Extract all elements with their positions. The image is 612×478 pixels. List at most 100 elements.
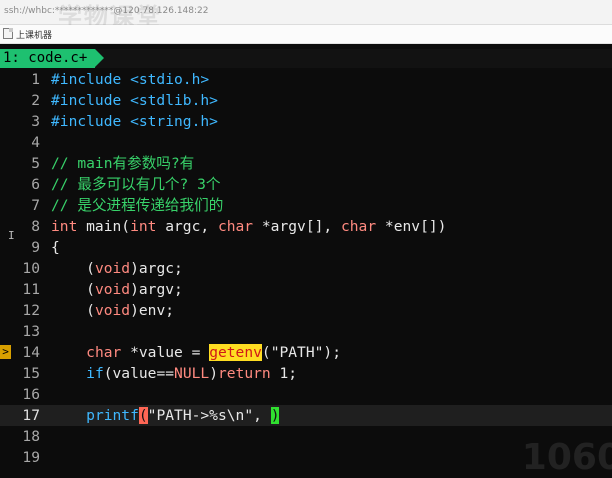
session-tab-label[interactable]: 上课机器 bbox=[16, 28, 52, 41]
session-toolbar: 上课机器 bbox=[0, 25, 612, 44]
sign-column bbox=[0, 321, 14, 342]
code-token: #include bbox=[51, 71, 131, 88]
vim-tab-code-c[interactable]: 1: code.c+ bbox=[0, 49, 105, 68]
code-line[interactable]: 16 bbox=[0, 384, 612, 405]
code-token: <stdlib.h> bbox=[130, 92, 218, 109]
line-number: 18 bbox=[22, 428, 40, 445]
code-token: // main有参数吗?有 bbox=[51, 155, 195, 172]
code-line[interactable]: 6 // 最多可以有几个? 3个 bbox=[0, 174, 612, 195]
code-line[interactable]: 5 // main有参数吗?有 bbox=[0, 153, 612, 174]
code-token: (value== bbox=[103, 365, 175, 382]
code-token: ; bbox=[288, 365, 298, 382]
line-number: 19 bbox=[22, 449, 40, 466]
line-number: 1 bbox=[31, 71, 40, 88]
code-token: ( bbox=[51, 302, 95, 319]
code-line[interactable]: 15 if(value==NULL)return 1; bbox=[0, 363, 612, 384]
code-token: )argv; bbox=[130, 281, 183, 298]
line-number: 17 bbox=[22, 407, 40, 424]
code-line[interactable]: 18 bbox=[0, 426, 612, 447]
code-text: printf("PATH->%s\n", ) bbox=[51, 405, 280, 426]
code-token: int bbox=[130, 218, 157, 235]
code-token: // 是父进程传递给我们的 bbox=[51, 197, 224, 214]
code-token: ) bbox=[270, 407, 280, 424]
code-line[interactable]: 10 (void)argc; bbox=[0, 258, 612, 279]
code-line[interactable]: 12 (void)env; bbox=[0, 300, 612, 321]
line-number: 4 bbox=[31, 134, 40, 151]
code-token: return bbox=[217, 365, 271, 382]
breakpoint-sign-icon[interactable]: > bbox=[0, 345, 11, 359]
code-line[interactable]: 8 int main(int argc, char *argv[], char *… bbox=[0, 216, 612, 237]
code-token: ( bbox=[261, 344, 271, 361]
code-token: <string.h> bbox=[130, 113, 218, 130]
code-text: #include <stdio.h> bbox=[51, 69, 209, 90]
code-line[interactable]: 1 #include <stdio.h> bbox=[0, 69, 612, 90]
sign-column bbox=[0, 111, 14, 132]
code-token: NULL bbox=[174, 365, 210, 382]
sign-column bbox=[0, 195, 14, 216]
code-line[interactable]: >14 char *value = getenv("PATH"); bbox=[0, 342, 612, 363]
code-line[interactable]: 4 bbox=[0, 132, 612, 153]
code-text: if(value==NULL)return 1; bbox=[51, 363, 297, 384]
line-number: 14 bbox=[22, 344, 40, 361]
sign-column bbox=[0, 258, 14, 279]
line-number: 16 bbox=[22, 386, 40, 403]
code-token: #include bbox=[51, 113, 131, 130]
sign-column bbox=[0, 426, 14, 447]
mouse-text-cursor-icon: I bbox=[8, 229, 15, 242]
sign-column bbox=[0, 153, 14, 174]
sign-column bbox=[0, 90, 14, 111]
line-number: 2 bbox=[31, 92, 40, 109]
line-number: 12 bbox=[22, 302, 40, 319]
code-token: , bbox=[253, 407, 271, 424]
line-number: 6 bbox=[31, 176, 40, 193]
code-line[interactable]: 2 #include <stdlib.h> bbox=[0, 90, 612, 111]
code-line[interactable]: 7 // 是父进程传递给我们的 bbox=[0, 195, 612, 216]
code-token: printf bbox=[86, 407, 139, 424]
code-token: char bbox=[217, 218, 254, 235]
sign-column bbox=[0, 279, 14, 300]
code-token: "PATH" bbox=[270, 344, 324, 361]
sign-column bbox=[0, 300, 14, 321]
code-token: *env[]) bbox=[376, 218, 447, 235]
sign-column: > bbox=[0, 342, 14, 363]
code-text: #include <string.h> bbox=[51, 111, 218, 132]
code-token: 1 bbox=[279, 365, 289, 382]
code-text: #include <stdlib.h> bbox=[51, 90, 218, 111]
code-line[interactable]: 13 bbox=[0, 321, 612, 342]
code-token: if bbox=[86, 365, 104, 382]
watermark-number: 1060 bbox=[521, 437, 612, 478]
code-text: (void)env; bbox=[51, 300, 174, 321]
line-number: 7 bbox=[31, 197, 40, 214]
line-number: 11 bbox=[22, 281, 40, 298]
code-token: ); bbox=[323, 344, 341, 361]
code-line[interactable]: 19 bbox=[0, 447, 612, 468]
code-token: #include bbox=[51, 92, 131, 109]
code-token: ( bbox=[51, 260, 95, 277]
code-token: "PATH->%s\n" bbox=[147, 407, 254, 424]
code-text: // 是父进程传递给我们的 bbox=[51, 195, 223, 216]
code-editor[interactable]: 1 #include <stdio.h> 2 #include <stdlib.h> 3… bbox=[0, 68, 612, 466]
line-number: 9 bbox=[31, 239, 40, 256]
window-titlebar: ssh://whbc:*************@120.78.126.148:… bbox=[0, 0, 612, 31]
code-token: *argv[], bbox=[253, 218, 341, 235]
code-token: void bbox=[94, 302, 131, 319]
code-token: { bbox=[51, 239, 60, 256]
code-line[interactable]: 3 #include <string.h> bbox=[0, 111, 612, 132]
sign-column bbox=[0, 132, 14, 153]
code-line[interactable]: 9{ bbox=[0, 237, 612, 258]
code-text: // 最多可以有几个? 3个 bbox=[51, 174, 220, 195]
code-line[interactable]: 11 (void)argv; bbox=[0, 279, 612, 300]
code-token: char bbox=[86, 344, 122, 361]
sign-column bbox=[0, 405, 14, 426]
code-token: )env; bbox=[130, 302, 175, 319]
code-token: )argc; bbox=[130, 260, 183, 277]
code-line[interactable]: 17 printf("PATH->%s\n", ) bbox=[0, 405, 612, 426]
code-token: ( bbox=[51, 281, 95, 298]
sign-column bbox=[0, 447, 14, 468]
code-token: ( bbox=[138, 407, 148, 424]
code-text: char *value = getenv("PATH"); bbox=[51, 342, 341, 363]
